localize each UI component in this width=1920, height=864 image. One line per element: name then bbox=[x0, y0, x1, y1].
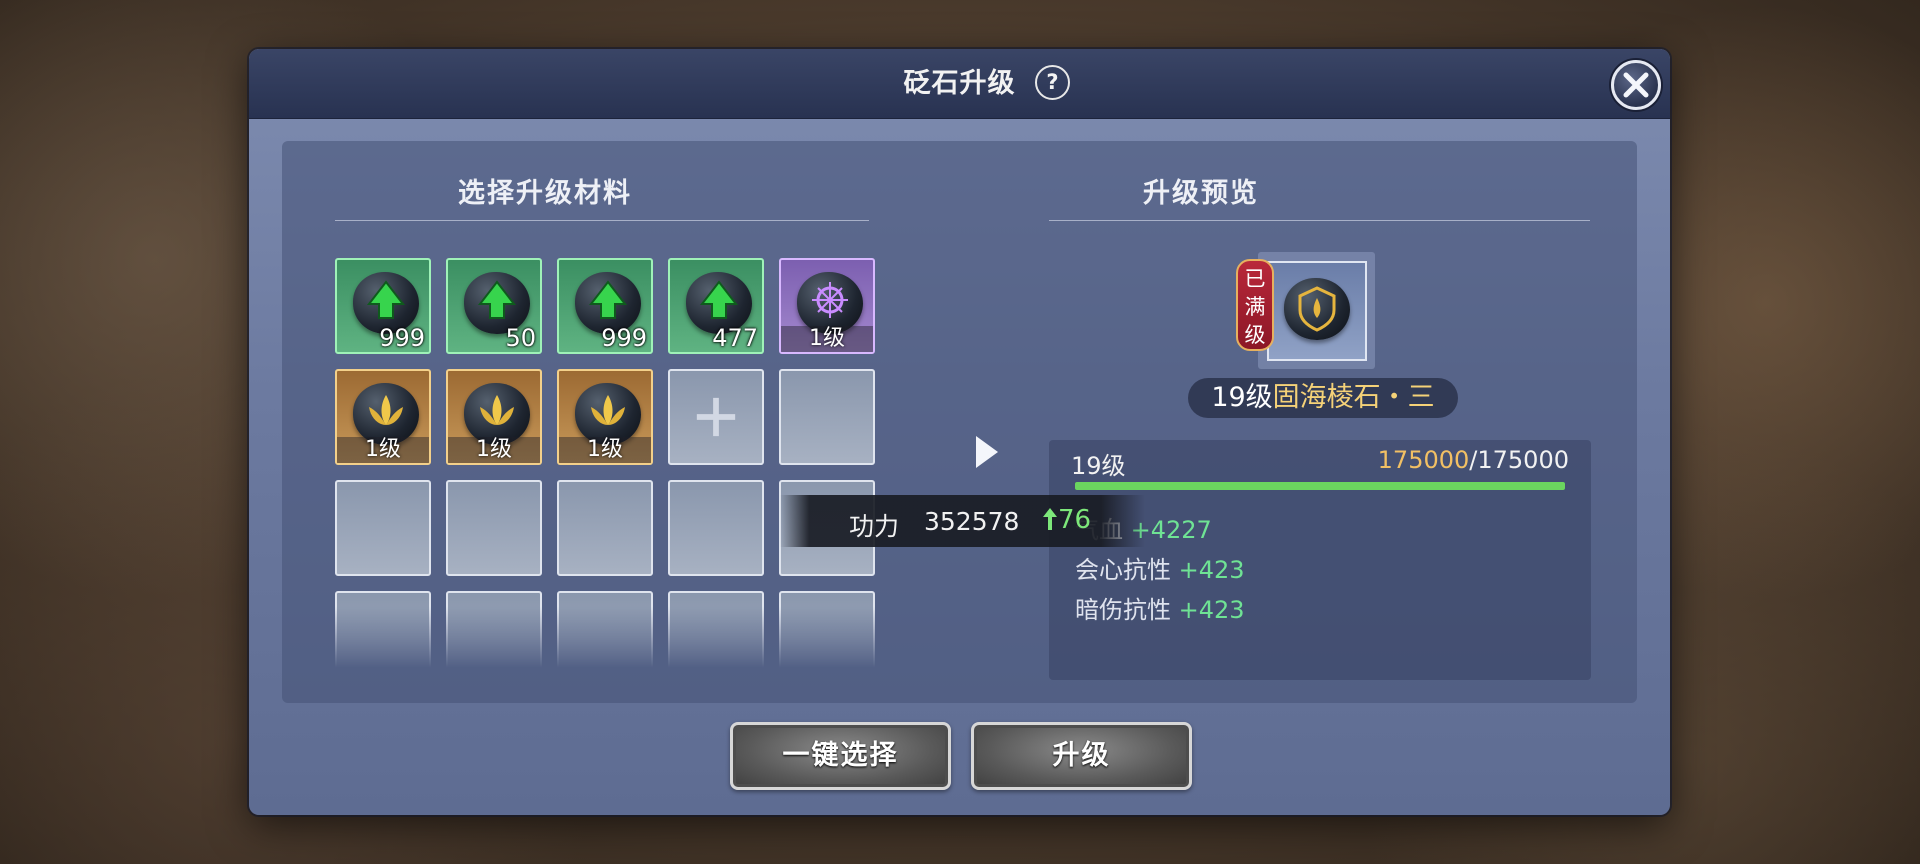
stat-value: +423 bbox=[1178, 596, 1245, 624]
current-level: 19级 bbox=[1071, 452, 1126, 480]
upgrade-dialog: 砭石升级 ? 选择升级材料 升级预览 999 50 999 477 1级 1级 … bbox=[249, 49, 1670, 815]
material-slot[interactable]: 50 bbox=[446, 258, 542, 354]
materials-grid: 999 50 999 477 1级 1级 1级 1级 bbox=[335, 258, 885, 668]
preview-title: 升级预览 bbox=[1143, 178, 1259, 209]
empty-slot[interactable] bbox=[335, 480, 431, 576]
item-level: 1级 bbox=[337, 437, 429, 463]
item-level: 1级 bbox=[559, 437, 651, 463]
stats-panel: 19级 175000/175000 气血 +4227 会心抗性 +423 暗伤抗… bbox=[1049, 440, 1591, 680]
empty-slot[interactable] bbox=[779, 591, 875, 668]
power-increase: 76 bbox=[1042, 505, 1091, 535]
stat-value: +423 bbox=[1178, 556, 1245, 584]
exp-bar-fill bbox=[1075, 482, 1565, 490]
plus-icon bbox=[696, 397, 736, 437]
empty-slot[interactable] bbox=[446, 480, 542, 576]
preview-divider bbox=[1049, 220, 1590, 221]
empty-slot[interactable] bbox=[668, 591, 764, 668]
material-slot[interactable]: 477 bbox=[668, 258, 764, 354]
close-button[interactable] bbox=[1611, 60, 1661, 110]
material-slot[interactable]: 999 bbox=[335, 258, 431, 354]
material-slot[interactable]: 1级 bbox=[335, 369, 431, 465]
material-slot[interactable]: 999 bbox=[557, 258, 653, 354]
gold-lotus-stone-icon bbox=[464, 383, 530, 445]
upgrade-button[interactable]: 升级 bbox=[971, 722, 1192, 790]
arrow-right-icon bbox=[976, 436, 998, 468]
dialog-titlebar: 砭石升级 ? bbox=[249, 49, 1670, 119]
material-slot[interactable]: 1级 bbox=[779, 258, 875, 354]
materials-divider bbox=[335, 220, 869, 221]
empty-slot[interactable] bbox=[446, 591, 542, 668]
stat-crit-resist: 会心抗性 +423 bbox=[1075, 550, 1245, 585]
close-icon bbox=[1623, 72, 1649, 98]
exp-readout: 175000/175000 bbox=[1378, 446, 1569, 474]
item-count: 477 bbox=[712, 324, 758, 352]
materials-title: 选择升级材料 bbox=[458, 178, 632, 209]
empty-slot[interactable] bbox=[335, 591, 431, 668]
power-label: 功力 bbox=[849, 512, 900, 541]
item-name-pill: 19级固海棱石・三 bbox=[1188, 378, 1458, 418]
empty-slot[interactable] bbox=[557, 480, 653, 576]
item-level: 1级 bbox=[781, 326, 873, 352]
auto-select-button[interactable]: 一键选择 bbox=[730, 722, 951, 790]
item-count: 999 bbox=[379, 324, 425, 352]
exp-bar bbox=[1075, 482, 1565, 490]
item-level: 1级 bbox=[448, 437, 540, 463]
gold-lotus-stone-icon bbox=[575, 383, 641, 445]
preview-item-slot[interactable] bbox=[1267, 261, 1367, 361]
arrow-up-icon bbox=[1043, 508, 1057, 530]
gold-shield-stone-icon bbox=[1284, 278, 1350, 340]
stat-name: 会心抗性 bbox=[1075, 556, 1171, 584]
maxed-badge: 已满级 bbox=[1236, 259, 1274, 351]
power-value: 352578 bbox=[924, 507, 1020, 536]
add-material-slot[interactable] bbox=[668, 369, 764, 465]
stat-name: 暗伤抗性 bbox=[1075, 596, 1171, 624]
item-count: 999 bbox=[601, 324, 647, 352]
item-level-text: 19级 bbox=[1211, 382, 1273, 413]
exp-max: 175000 bbox=[1477, 446, 1569, 474]
empty-slot[interactable] bbox=[779, 369, 875, 465]
power-tooltip: 功力 352578 76 bbox=[780, 495, 1145, 547]
purple-rune-stone-icon bbox=[797, 272, 863, 334]
empty-slot[interactable] bbox=[668, 480, 764, 576]
dialog-title: 砭石升级 bbox=[903, 68, 1016, 99]
material-slot[interactable]: 1级 bbox=[446, 369, 542, 465]
power-increase-value: 76 bbox=[1058, 505, 1092, 535]
item-count: 50 bbox=[505, 324, 536, 352]
gold-lotus-stone-icon bbox=[353, 383, 419, 445]
help-icon[interactable]: ? bbox=[1035, 65, 1070, 100]
stat-dark-resist: 暗伤抗性 +423 bbox=[1075, 590, 1245, 625]
material-slot[interactable]: 1级 bbox=[557, 369, 653, 465]
item-name-text: 固海棱石・三 bbox=[1272, 382, 1435, 413]
exp-current: 175000 bbox=[1377, 446, 1470, 474]
empty-slot[interactable] bbox=[557, 591, 653, 668]
